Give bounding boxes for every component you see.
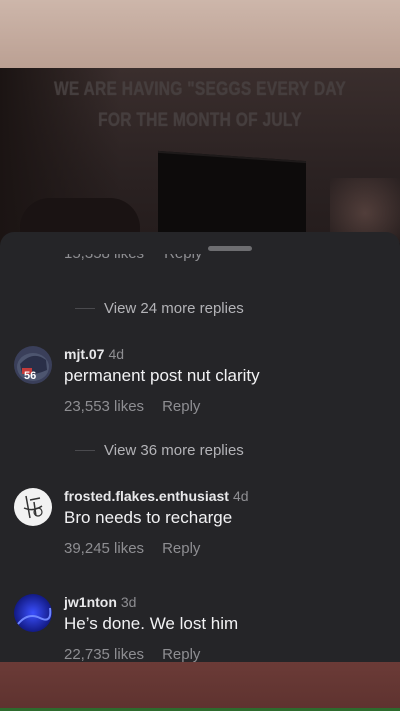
- video-caption: WE ARE HAVING "SEGGS EVERY DAY FOR THE M…: [53, 79, 347, 131]
- comments-sheet: 15,358 likes Reply View 24 more replies 5…: [0, 232, 400, 662]
- view-more-replies-button[interactable]: View 36 more replies: [75, 440, 244, 460]
- view-more-replies-label: View 24 more replies: [104, 299, 244, 317]
- video-television: [158, 150, 306, 243]
- divider: [75, 307, 95, 309]
- comment-username[interactable]: frosted.flakes.enthusiast: [64, 488, 229, 504]
- divider: [75, 449, 95, 451]
- reply-button[interactable]: Reply: [162, 540, 200, 557]
- sheet-drag-handle[interactable]: [208, 246, 252, 251]
- comment-item: jw1nton 3d He’s done. We lost him 22,735 …: [0, 594, 400, 662]
- comment-age: 3d: [120, 594, 137, 610]
- comment-text: Bro needs to recharge: [64, 508, 233, 527]
- drawing-avatar-icon[interactable]: [14, 488, 52, 526]
- blue-abstract-avatar-icon[interactable]: [14, 594, 52, 632]
- partial-comment-meta: 15,358 likes Reply: [64, 254, 202, 270]
- view-more-replies-label: View 36 more replies: [104, 441, 244, 459]
- view-more-replies-button[interactable]: View 24 more replies: [75, 298, 244, 318]
- reply-button[interactable]: Reply: [162, 398, 200, 415]
- comment-text: He’s done. We lost him: [64, 614, 239, 633]
- comment-likes: 39,245 likes: [64, 540, 145, 557]
- football-helmet-avatar-icon[interactable]: 56: [14, 346, 52, 384]
- svg-text:56: 56: [24, 370, 36, 382]
- comment-item: frosted.flakes.enthusiast 4d Bro needs to…: [0, 488, 400, 568]
- comment-likes: 23,553 likes: [64, 398, 145, 415]
- comment-likes: 22,735 likes: [64, 646, 145, 662]
- screen: WE ARE HAVING "SEGGS EVERY DAY FOR THE M…: [0, 0, 400, 711]
- comment-item: 56 mjt.07 4d permanent post nut clarity 2…: [0, 346, 400, 426]
- reply-button[interactable]: Reply: [162, 646, 200, 662]
- top-video-band: [0, 0, 400, 68]
- comment-age: 4d: [232, 488, 249, 504]
- partial-reply-button[interactable]: Reply: [164, 254, 202, 262]
- comment-username[interactable]: mjt.07: [64, 346, 104, 362]
- partial-likes: 15,358 likes: [64, 254, 144, 262]
- comment-age: 4d: [108, 346, 125, 362]
- comment-text: permanent post nut clarity: [64, 366, 260, 385]
- bottom-video-band: [0, 662, 400, 711]
- comment-username[interactable]: jw1nton: [64, 594, 117, 610]
- video-frame[interactable]: WE ARE HAVING "SEGGS EVERY DAY FOR THE M…: [0, 68, 400, 243]
